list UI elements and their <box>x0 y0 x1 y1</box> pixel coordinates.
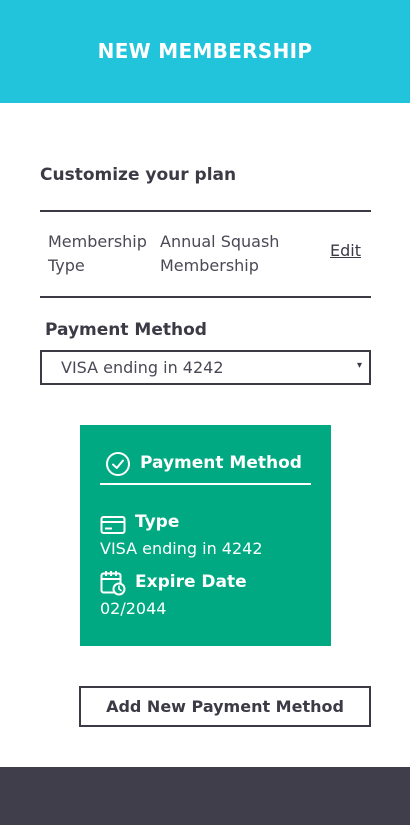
divider-bottom <box>40 296 371 298</box>
card-type-label: Type <box>135 512 180 532</box>
add-payment-method-button[interactable]: Add New Payment Method <box>79 686 371 727</box>
app-header: NEW MEMBERSHIP <box>0 0 410 103</box>
membership-type-label: Membership Type <box>48 232 147 275</box>
payment-card-title: Payment Method <box>140 453 302 473</box>
membership-type-row: Membership Type Annual Squash Membership… <box>40 212 371 296</box>
payment-method-selected-value: VISA ending in 4242 <box>61 358 224 377</box>
edit-membership-link[interactable]: Edit <box>330 241 361 260</box>
chevron-down-icon: ▾ <box>356 360 362 371</box>
credit-card-icon <box>100 516 126 534</box>
page-title: NEW MEMBERSHIP <box>97 38 313 63</box>
payment-card-header: Payment Method <box>100 449 311 485</box>
check-circle-icon <box>106 452 130 476</box>
footer-bar <box>0 767 410 825</box>
section-title-customize-plan: Customize your plan <box>40 165 237 185</box>
payment-method-select[interactable]: VISA ending in 4242 ▾ <box>40 350 371 385</box>
membership-type-value: Annual Squash Membership <box>160 232 280 275</box>
card-expire-value: 02/2044 <box>100 599 167 618</box>
calendar-clock-icon <box>100 571 126 596</box>
payment-method-label: Payment Method <box>45 320 207 340</box>
card-expire-label: Expire Date <box>135 572 247 592</box>
payment-method-card: Payment Method Type VISA ending in 4242 … <box>80 425 331 646</box>
card-type-value: VISA ending in 4242 <box>100 539 263 558</box>
